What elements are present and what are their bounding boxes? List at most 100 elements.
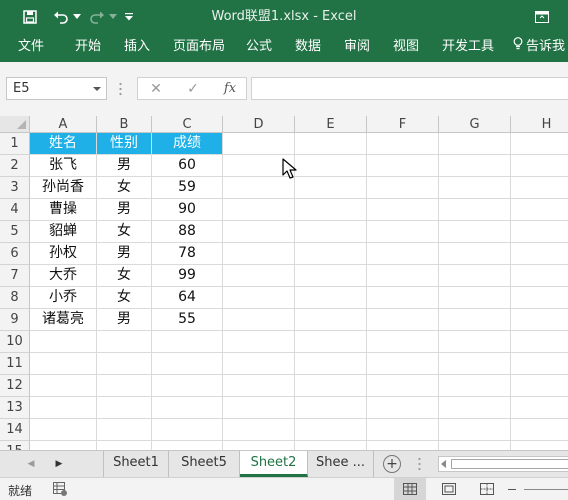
- undo-icon[interactable]: [50, 0, 72, 33]
- cell-a3[interactable]: 孙尚香: [30, 177, 97, 199]
- name-box[interactable]: E5: [6, 77, 107, 100]
- cell-g12[interactable]: [439, 375, 511, 397]
- cell-d4[interactable]: [223, 199, 295, 221]
- cell-b10[interactable]: [97, 331, 152, 353]
- formula-input[interactable]: [251, 77, 568, 100]
- cell-g9[interactable]: [439, 309, 511, 331]
- cell-h9[interactable]: [511, 309, 568, 331]
- cell-g7[interactable]: [439, 265, 511, 287]
- cell-d3[interactable]: [223, 177, 295, 199]
- cell-f10[interactable]: [367, 331, 439, 353]
- cell-d11[interactable]: [223, 353, 295, 375]
- cell-f15[interactable]: [367, 441, 439, 450]
- column-header-c[interactable]: C: [152, 116, 223, 133]
- cell-d8[interactable]: [223, 287, 295, 309]
- tab-review[interactable]: 审阅: [344, 33, 370, 62]
- tab-split-handle-icon[interactable]: [418, 457, 421, 471]
- cell-g3[interactable]: [439, 177, 511, 199]
- row-header-4[interactable]: 4: [0, 199, 30, 221]
- cell-h6[interactable]: [511, 243, 568, 265]
- row-header-2[interactable]: 2: [0, 155, 30, 177]
- cell-g5[interactable]: [439, 221, 511, 243]
- cell-d5[interactable]: [223, 221, 295, 243]
- sheet-tab-sheet1[interactable]: Sheet1: [103, 451, 169, 477]
- row-header-12[interactable]: 12: [0, 375, 30, 397]
- scroll-tabs-right-icon[interactable]: ▶: [52, 457, 66, 471]
- enter-icon[interactable]: ✓: [183, 78, 203, 99]
- ribbon-display-options-icon[interactable]: [528, 0, 556, 33]
- row-header-15[interactable]: 15: [0, 441, 30, 450]
- cell-d14[interactable]: [223, 419, 295, 441]
- cell-e11[interactable]: [295, 353, 367, 375]
- cell-c13[interactable]: [152, 397, 223, 419]
- row-header-7[interactable]: 7: [0, 265, 30, 287]
- cell-f13[interactable]: [367, 397, 439, 419]
- customize-qat-icon[interactable]: [122, 0, 136, 33]
- cell-b15[interactable]: [97, 441, 152, 450]
- column-header-f[interactable]: F: [367, 116, 439, 133]
- cell-f8[interactable]: [367, 287, 439, 309]
- cell-b8[interactable]: 女: [97, 287, 152, 309]
- cell-g11[interactable]: [439, 353, 511, 375]
- cell-c1[interactable]: 成绩: [152, 133, 223, 155]
- scroll-tabs-left-icon[interactable]: ◀: [24, 457, 38, 471]
- cell-a4[interactable]: 曹操: [30, 199, 97, 221]
- cell-a10[interactable]: [30, 331, 97, 353]
- cell-e4[interactable]: [295, 199, 367, 221]
- cell-f3[interactable]: [367, 177, 439, 199]
- cell-b1[interactable]: 性别: [97, 133, 152, 155]
- cell-e5[interactable]: [295, 221, 367, 243]
- tab-home[interactable]: 开始: [75, 33, 101, 62]
- row-header-5[interactable]: 5: [0, 221, 30, 243]
- column-header-h[interactable]: H: [511, 116, 568, 133]
- column-header-a[interactable]: A: [30, 116, 97, 133]
- cell-f2[interactable]: [367, 155, 439, 177]
- cell-e12[interactable]: [295, 375, 367, 397]
- tab-file[interactable]: 文件: [18, 33, 44, 62]
- cell-f9[interactable]: [367, 309, 439, 331]
- cell-a1[interactable]: 姓名: [30, 133, 97, 155]
- column-header-e[interactable]: E: [295, 116, 367, 133]
- column-header-g[interactable]: G: [439, 116, 511, 133]
- row-header-6[interactable]: 6: [0, 243, 30, 265]
- add-sheet-button[interactable]: +: [383, 455, 401, 473]
- cell-e7[interactable]: [295, 265, 367, 287]
- sheet-tab-more[interactable]: Shee ...: [308, 451, 374, 477]
- sheet-tab-sheet5[interactable]: Sheet5: [169, 451, 240, 477]
- cell-g14[interactable]: [439, 419, 511, 441]
- cell-h11[interactable]: [511, 353, 568, 375]
- cell-c2[interactable]: 60: [152, 155, 223, 177]
- cell-d6[interactable]: [223, 243, 295, 265]
- cell-a12[interactable]: [30, 375, 97, 397]
- select-all-button[interactable]: [0, 116, 30, 133]
- cell-h7[interactable]: [511, 265, 568, 287]
- cell-c9[interactable]: 55: [152, 309, 223, 331]
- cell-d12[interactable]: [223, 375, 295, 397]
- row-header-11[interactable]: 11: [0, 353, 30, 375]
- cell-b5[interactable]: 女: [97, 221, 152, 243]
- row-header-10[interactable]: 10: [0, 331, 30, 353]
- row-header-3[interactable]: 3: [0, 177, 30, 199]
- undo-dropdown-icon[interactable]: [72, 0, 82, 33]
- cell-a15[interactable]: [30, 441, 97, 450]
- cell-h13[interactable]: [511, 397, 568, 419]
- cell-f4[interactable]: [367, 199, 439, 221]
- tell-me-box[interactable]: 告诉我: [513, 33, 565, 62]
- cell-g2[interactable]: [439, 155, 511, 177]
- cell-f7[interactable]: [367, 265, 439, 287]
- cell-e3[interactable]: [295, 177, 367, 199]
- cell-b3[interactable]: 女: [97, 177, 152, 199]
- column-header-b[interactable]: B: [97, 116, 152, 133]
- cell-c6[interactable]: 78: [152, 243, 223, 265]
- tab-insert[interactable]: 插入: [124, 33, 150, 62]
- cell-a2[interactable]: 张飞: [30, 155, 97, 177]
- cell-b7[interactable]: 女: [97, 265, 152, 287]
- cell-e8[interactable]: [295, 287, 367, 309]
- cell-f1[interactable]: [367, 133, 439, 155]
- row-header-8[interactable]: 8: [0, 287, 30, 309]
- cell-c7[interactable]: 99: [152, 265, 223, 287]
- cell-f12[interactable]: [367, 375, 439, 397]
- cell-e2[interactable]: [295, 155, 367, 177]
- zoom-slider[interactable]: [524, 489, 568, 490]
- cell-d7[interactable]: [223, 265, 295, 287]
